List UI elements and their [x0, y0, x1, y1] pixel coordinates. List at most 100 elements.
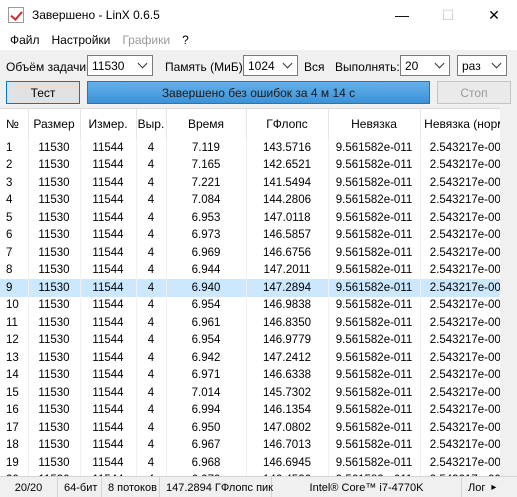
- table-row[interactable]: 9 11530 11544 4 6.940 147.2894 9.561582e-011 2.…: [0, 279, 517, 297]
- results-table-container[interactable]: № Размер Измер. Выр. Время ГФлопс Невязк…: [0, 108, 517, 476]
- status-threads: 8 потоков: [102, 477, 160, 497]
- menu-settings[interactable]: Настройки: [46, 33, 117, 47]
- cell-time: 6.940: [166, 279, 247, 297]
- cell-alignment: 4: [136, 209, 167, 227]
- all-memory-label[interactable]: Вся: [304, 60, 325, 74]
- table-row[interactable]: 19 11530 11544 4 6.968 146.6945 9.561582e-011 2…: [0, 454, 517, 472]
- memory-combo[interactable]: 1024: [243, 55, 298, 76]
- cell-size: 11530: [28, 384, 81, 402]
- cell-time: 6.973: [166, 226, 247, 244]
- table-row[interactable]: 11 11530 11544 4 6.961 146.8350 9.561582e-011 2…: [0, 314, 517, 332]
- runs-label: Выполнять:: [335, 60, 400, 74]
- cell-number: 2: [0, 156, 29, 174]
- stop-button[interactable]: Стоп: [437, 81, 511, 104]
- cell-gflops: 142.6521: [246, 156, 329, 174]
- cell-time: 6.954: [166, 331, 247, 349]
- table-row[interactable]: 2 11530 11544 4 7.165 142.6521 9.561582e-011 2.…: [0, 156, 517, 174]
- menu-file[interactable]: Файл: [4, 33, 46, 47]
- cell-dimension: 11544: [80, 296, 137, 314]
- problem-size-combo[interactable]: 11530: [87, 55, 153, 76]
- table-row[interactable]: 12 11530 11544 4 6.954 146.9779 9.561582e-011 2…: [0, 331, 517, 349]
- chevron-down-icon: [137, 59, 149, 71]
- cell-alignment: 4: [136, 314, 167, 332]
- table-row[interactable]: 13 11530 11544 4 6.942 147.2412 9.561582e-011 2…: [0, 349, 517, 367]
- cell-alignment: 4: [136, 226, 167, 244]
- cell-size: 11530: [28, 209, 81, 227]
- table-row[interactable]: 10 11530 11544 4 6.954 146.9838 9.561582e-011 2…: [0, 296, 517, 314]
- column-header-number[interactable]: №: [0, 109, 29, 139]
- table-row[interactable]: 6 11530 11544 4 6.973 146.5857 9.561582e-011 2.…: [0, 226, 517, 244]
- table-row[interactable]: 15 11530 11544 4 7.014 145.7302 9.561582e-011 2…: [0, 384, 517, 402]
- cell-number: 5: [0, 209, 29, 227]
- cell-dimension: 11544: [80, 244, 137, 262]
- table-row[interactable]: 16 11530 11544 4 6.994 146.1354 9.561582e-011 2…: [0, 401, 517, 419]
- column-header-size[interactable]: Размер: [28, 109, 81, 139]
- test-button[interactable]: Тест: [6, 81, 80, 104]
- cell-dimension: 11544: [80, 454, 137, 472]
- cell-residual: 9.561582e-011: [328, 314, 421, 332]
- column-header-alignment[interactable]: Выр.: [136, 109, 167, 139]
- cell-size: 11530: [28, 279, 81, 297]
- cell-time: 6.967: [166, 436, 247, 454]
- progress-bar: Завершено без ошибок за 4 м 14 с: [87, 81, 430, 104]
- cell-number: 9: [0, 279, 29, 297]
- cell-alignment: 4: [136, 419, 167, 437]
- menu-help[interactable]: ?: [176, 33, 195, 47]
- cell-gflops: 147.0802: [246, 419, 329, 437]
- table-row[interactable]: 7 11530 11544 4 6.969 146.6756 9.561582e-011 2.…: [0, 244, 517, 262]
- table-row[interactable]: 5 11530 11544 4 6.953 147.0118 9.561582e-011 2.…: [0, 209, 517, 227]
- cell-alignment: 4: [136, 384, 167, 402]
- action-row: Тест Завершено без ошибок за 4 м 14 с Ст…: [0, 80, 517, 106]
- table-row[interactable]: 8 11530 11544 4 6.944 147.2011 9.561582e-011 2.…: [0, 261, 517, 279]
- column-header-residual[interactable]: Невязка: [328, 109, 421, 139]
- table-row[interactable]: 14 11530 11544 4 6.971 146.6338 9.561582e-011 2…: [0, 366, 517, 384]
- status-runs: 20/20: [0, 477, 58, 497]
- cell-size: 11530: [28, 454, 81, 472]
- cell-dimension: 11544: [80, 384, 137, 402]
- cell-time: 6.954: [166, 296, 247, 314]
- table-row[interactable]: 1 11530 11544 4 7.119 143.5716 9.561582e-011 2.…: [0, 139, 517, 157]
- table-row[interactable]: 4 11530 11544 4 7.084 144.2806 9.561582e-011 2.…: [0, 191, 517, 209]
- cell-number: 3: [0, 174, 29, 192]
- log-label: Лог: [468, 481, 486, 494]
- cell-size: 11530: [28, 139, 81, 157]
- column-header-time[interactable]: Время: [166, 109, 247, 139]
- menu-graphs[interactable]: Графики: [116, 33, 176, 47]
- cell-size: 11530: [28, 314, 81, 332]
- column-header-gflops[interactable]: ГФлопс: [246, 109, 329, 139]
- cell-size: 11530: [28, 436, 81, 454]
- cell-residual: 9.561582e-011: [328, 401, 421, 419]
- column-header-dimension[interactable]: Измер.: [80, 109, 137, 139]
- cell-residual: 9.561582e-011: [328, 419, 421, 437]
- cell-alignment: 4: [136, 331, 167, 349]
- runs-unit-combo[interactable]: раз: [457, 55, 507, 76]
- maximize-button[interactable]: ☐: [425, 0, 471, 30]
- cell-alignment: 4: [136, 156, 167, 174]
- minimize-button[interactable]: —: [379, 0, 425, 30]
- cell-alignment: 4: [136, 436, 167, 454]
- cell-alignment: 4: [136, 366, 167, 384]
- cell-residual: 9.561582e-011: [328, 226, 421, 244]
- close-button[interactable]: ✕: [471, 0, 517, 30]
- table-row[interactable]: 3 11530 11544 4 7.221 141.5494 9.561582e-011 2.…: [0, 174, 517, 192]
- cell-gflops: 146.9779: [246, 331, 329, 349]
- cell-alignment: 4: [136, 349, 167, 367]
- cell-residual: 9.561582e-011: [328, 436, 421, 454]
- cell-time: 6.968: [166, 454, 247, 472]
- runs-combo[interactable]: 20: [400, 55, 450, 76]
- table-row[interactable]: 17 11530 11544 4 6.950 147.0802 9.561582e-011 2…: [0, 419, 517, 437]
- cell-number: 7: [0, 244, 29, 262]
- table-row[interactable]: 18 11530 11544 4 6.967 146.7013 9.561582e-011 2…: [0, 436, 517, 454]
- log-dropdown[interactable]: Лог ▸: [462, 477, 517, 497]
- cell-time: 7.014: [166, 384, 247, 402]
- app-checkmark-icon: [8, 7, 24, 23]
- cell-alignment: 4: [136, 454, 167, 472]
- cell-gflops: 146.6756: [246, 244, 329, 262]
- cell-alignment: 4: [136, 191, 167, 209]
- cell-residual: 9.561582e-011: [328, 349, 421, 367]
- cell-time: 6.953: [166, 209, 247, 227]
- table-header-row: № Размер Измер. Выр. Время ГФлопс Невязк…: [0, 109, 517, 139]
- cell-residual: 9.561582e-011: [328, 366, 421, 384]
- cell-dimension: 11544: [80, 279, 137, 297]
- cell-alignment: 4: [136, 244, 167, 262]
